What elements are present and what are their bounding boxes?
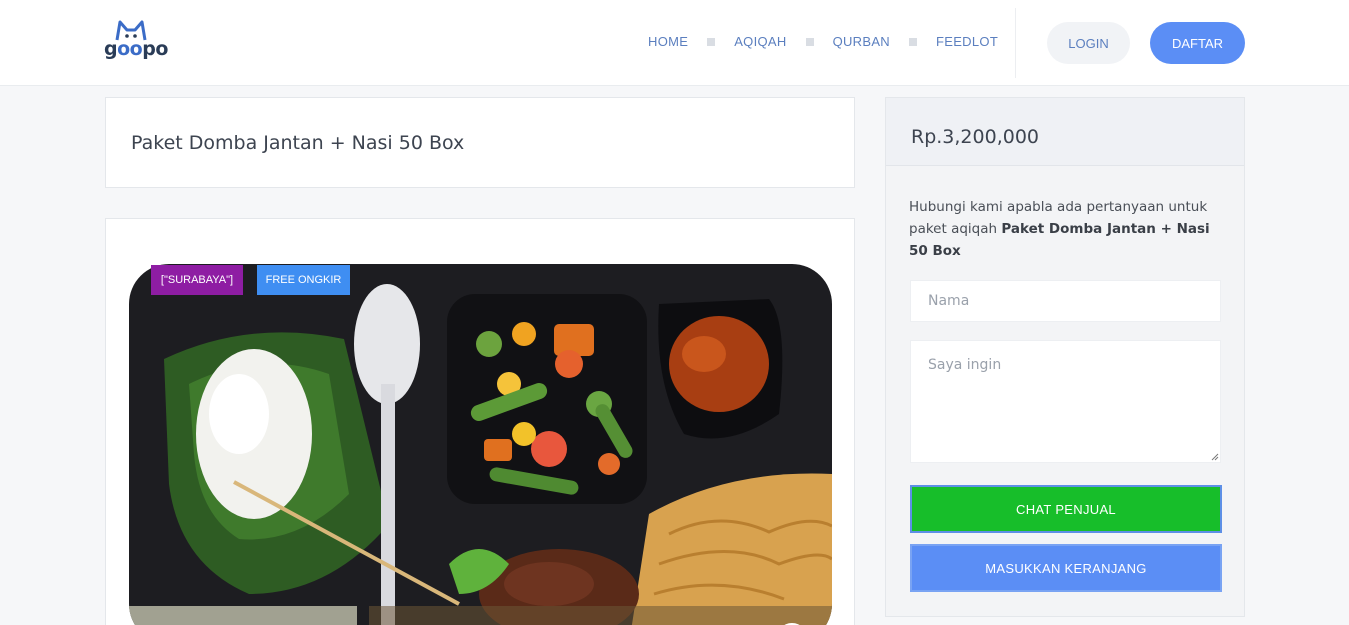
resize-grip-icon[interactable] [1211, 453, 1219, 461]
nav-feedlot[interactable]: FEEDLOT [936, 34, 998, 49]
login-button[interactable]: LOGIN [1047, 22, 1130, 64]
nav-home[interactable]: HOME [648, 34, 688, 49]
main-nav: HOME AQIQAH QURBAN FEEDLOT [648, 34, 998, 49]
nav-aqiqah[interactable]: AQIQAH [734, 34, 786, 49]
chat-seller-button[interactable]: CHAT PENJUAL [910, 485, 1222, 533]
product-image-card: ["SURABAYA"] FREE ONGKIR [105, 218, 855, 625]
logo-wordmark: goopo [104, 38, 168, 60]
price-header: Rp.3,200,000 [886, 98, 1244, 166]
product-photo[interactable] [129, 264, 832, 625]
nav-separator [909, 37, 917, 46]
message-textarea[interactable] [910, 340, 1221, 463]
name-input[interactable] [910, 280, 1221, 322]
order-sidebar: Rp.3,200,000 Hubungi kami apabla ada per… [885, 97, 1245, 617]
free-shipping-tag: FREE ONGKIR [257, 265, 350, 295]
nav-separator [707, 37, 716, 46]
contact-info-text: Hubungi kami apabla ada pertanyaan untuk… [909, 196, 1224, 262]
product-price: Rp.3,200,000 [911, 126, 1039, 148]
product-title-card: Paket Domba Jantan + Nasi 50 Box [105, 97, 855, 188]
product-title: Paket Domba Jantan + Nasi 50 Box [131, 132, 465, 154]
nav-qurban[interactable]: QURBAN [833, 34, 890, 49]
goopo-logo[interactable]: goopo [104, 20, 168, 62]
nav-separator [805, 37, 814, 46]
location-tag: ["SURABAYA"] [151, 265, 243, 295]
header-divider [1015, 8, 1016, 78]
site-header: goopo HOME AQIQAH QURBAN FEEDLOT LOGIN D… [0, 0, 1349, 86]
add-to-cart-button[interactable]: MASUKKAN KERANJANG [910, 544, 1222, 592]
register-button[interactable]: DAFTAR [1150, 22, 1245, 64]
